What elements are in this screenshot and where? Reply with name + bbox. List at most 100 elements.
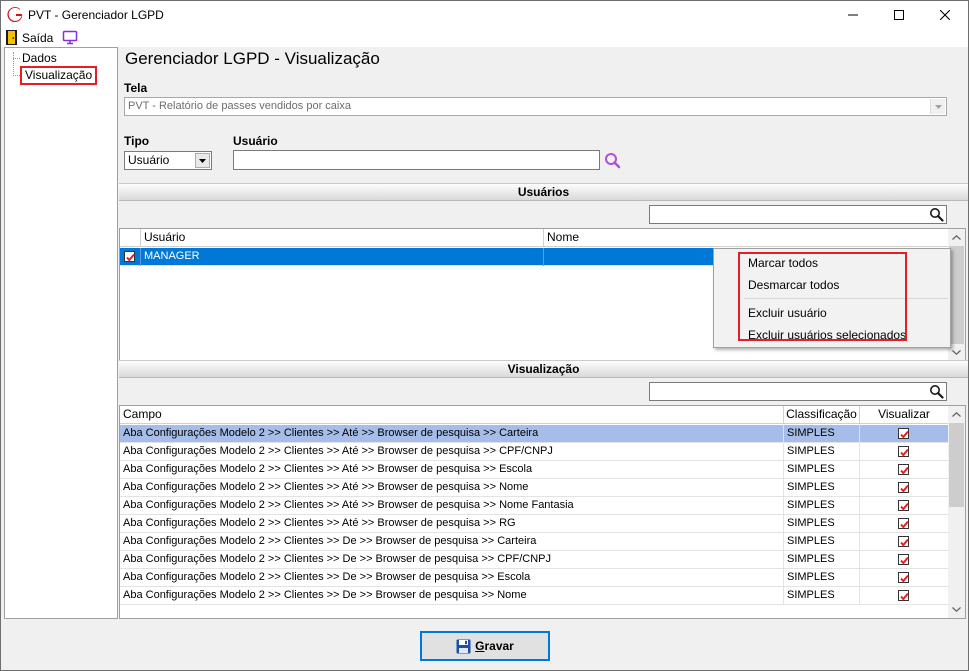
row-visualizar-cell[interactable] — [860, 515, 948, 533]
main-window: PVT - Gerenciador LGPD Saída Dados Visua — [0, 0, 969, 671]
view-section-header: Visualização — [119, 360, 968, 378]
view-grid-scrollbar[interactable] — [948, 406, 965, 618]
window-title: PVT - Gerenciador LGPD — [28, 8, 164, 22]
maximize-icon — [894, 10, 904, 20]
search-icon[interactable] — [929, 207, 944, 222]
row-campo-cell: Aba Configurações Modelo 2 >> Clientes >… — [120, 515, 784, 533]
row-campo-cell: Aba Configurações Modelo 2 >> Clientes >… — [120, 569, 784, 587]
row-classificacao-cell: SIMPLES — [784, 497, 860, 515]
scroll-up-arrow-icon[interactable] — [948, 229, 965, 246]
row-classificacao-cell: SIMPLES — [784, 443, 860, 461]
exit-door-icon[interactable] — [6, 30, 17, 45]
maximize-button[interactable] — [876, 1, 922, 29]
visualizar-checkbox[interactable] — [898, 572, 909, 583]
tree-connector — [13, 52, 14, 76]
visualizar-checkbox[interactable] — [898, 536, 909, 547]
row-campo-cell: Aba Configurações Modelo 2 >> Clientes >… — [120, 533, 784, 551]
users-grid-header: Usuário Nome — [120, 229, 948, 247]
tree-item-visualizacao[interactable]: Visualização — [20, 66, 97, 85]
table-row[interactable]: Aba Configurações Modelo 2 >> Clientes >… — [120, 515, 948, 533]
row-campo-cell: Aba Configurações Modelo 2 >> Clientes >… — [120, 461, 784, 479]
minimize-button[interactable] — [830, 1, 876, 29]
row-classificacao-cell: SIMPLES — [784, 425, 860, 443]
users-grid-check-col — [120, 229, 141, 247]
scroll-down-arrow-icon[interactable] — [948, 601, 965, 618]
row-checkbox[interactable] — [124, 251, 135, 262]
row-campo-cell: Aba Configurações Modelo 2 >> Clientes >… — [120, 497, 784, 515]
tree-connector — [13, 75, 20, 76]
close-icon — [940, 10, 950, 20]
tela-select-value: PVT - Relatório de passes vendidos por c… — [128, 100, 351, 112]
visualizar-checkbox[interactable] — [898, 428, 909, 439]
visualizar-checkbox[interactable] — [898, 500, 909, 511]
app-logo-icon — [7, 7, 22, 23]
row-classificacao-cell: SIMPLES — [784, 569, 860, 587]
table-row[interactable]: Aba Configurações Modelo 2 >> Clientes >… — [120, 533, 948, 551]
row-classificacao-cell: SIMPLES — [784, 551, 860, 569]
tipo-select[interactable]: Usuário — [124, 151, 212, 170]
view-col-campo[interactable]: Campo — [120, 406, 784, 424]
navigation-tree: Dados Visualização — [4, 47, 118, 619]
view-grid-header: Campo Classificação Visualizar — [120, 406, 948, 424]
row-visualizar-cell[interactable] — [860, 479, 948, 497]
row-campo-cell: Aba Configurações Modelo 2 >> Clientes >… — [120, 443, 784, 461]
view-col-classificacao[interactable]: Classificação — [784, 406, 860, 424]
row-visualizar-cell[interactable] — [860, 587, 948, 605]
row-visualizar-cell[interactable] — [860, 461, 948, 479]
visualizar-checkbox[interactable] — [898, 464, 909, 475]
tree-item-dados[interactable]: Dados — [19, 51, 60, 66]
row-visualizar-cell[interactable] — [860, 425, 948, 443]
view-search-input[interactable] — [649, 382, 947, 401]
users-col-nome[interactable]: Nome — [544, 229, 948, 247]
tela-label: Tela — [124, 81, 148, 95]
tipo-label: Tipo — [124, 134, 150, 148]
visualizar-checkbox[interactable] — [898, 518, 909, 529]
row-visualizar-cell[interactable] — [860, 569, 948, 587]
users-search-input[interactable] — [649, 205, 947, 224]
close-button[interactable] — [922, 1, 968, 29]
table-row[interactable]: Aba Configurações Modelo 2 >> Clientes >… — [120, 443, 948, 461]
tipo-select-value: Usuário — [128, 153, 170, 167]
view-col-visualizar[interactable]: Visualizar — [860, 406, 948, 424]
row-check-cell[interactable] — [120, 248, 141, 266]
row-campo-cell: Aba Configurações Modelo 2 >> Clientes >… — [120, 425, 784, 443]
exit-menu-item[interactable]: Saída — [22, 31, 53, 45]
table-row[interactable]: Aba Configurações Modelo 2 >> Clientes >… — [120, 497, 948, 515]
users-col-usuario[interactable]: Usuário — [141, 229, 544, 247]
save-button-label: Gravar — [475, 639, 514, 653]
lookup-magnifier-icon[interactable] — [603, 152, 623, 170]
floppy-disk-icon — [456, 639, 471, 653]
scroll-thumb[interactable] — [949, 423, 964, 507]
row-classificacao-cell: SIMPLES — [784, 479, 860, 497]
visualizar-checkbox[interactable] — [898, 554, 909, 565]
title-bar: PVT - Gerenciador LGPD — [1, 1, 968, 29]
row-campo-cell: Aba Configurações Modelo 2 >> Clientes >… — [120, 587, 784, 605]
monitor-icon[interactable] — [62, 30, 78, 45]
table-row[interactable]: Aba Configurações Modelo 2 >> Clientes >… — [120, 479, 948, 497]
row-classificacao-cell: SIMPLES — [784, 587, 860, 605]
tela-select[interactable]: PVT - Relatório de passes vendidos por c… — [124, 97, 947, 116]
row-visualizar-cell[interactable] — [860, 551, 948, 569]
chevron-down-icon — [195, 153, 210, 168]
page-title: Gerenciador LGPD - Visualização — [125, 49, 380, 68]
usuario-input[interactable] — [233, 150, 600, 170]
save-button[interactable]: Gravar — [420, 631, 550, 661]
row-visualizar-cell[interactable] — [860, 533, 948, 551]
scroll-up-arrow-icon[interactable] — [948, 406, 965, 423]
table-row[interactable]: Aba Configurações Modelo 2 >> Clientes >… — [120, 461, 948, 479]
menu-bar: Saída — [1, 29, 968, 47]
chevron-down-icon — [930, 99, 945, 114]
usuario-label: Usuário — [233, 134, 278, 148]
row-campo-cell: Aba Configurações Modelo 2 >> Clientes >… — [120, 551, 784, 569]
visualizar-checkbox[interactable] — [898, 590, 909, 601]
table-row[interactable]: Aba Configurações Modelo 2 >> Clientes >… — [120, 425, 948, 443]
table-row[interactable]: Aba Configurações Modelo 2 >> Clientes >… — [120, 551, 948, 569]
table-row[interactable]: Aba Configurações Modelo 2 >> Clientes >… — [120, 587, 948, 605]
visualizar-checkbox[interactable] — [898, 482, 909, 493]
visualizar-checkbox[interactable] — [898, 446, 909, 457]
search-icon[interactable] — [929, 384, 944, 399]
row-visualizar-cell[interactable] — [860, 443, 948, 461]
table-row[interactable]: Aba Configurações Modelo 2 >> Clientes >… — [120, 569, 948, 587]
scroll-thumb[interactable] — [949, 246, 964, 344]
row-visualizar-cell[interactable] — [860, 497, 948, 515]
